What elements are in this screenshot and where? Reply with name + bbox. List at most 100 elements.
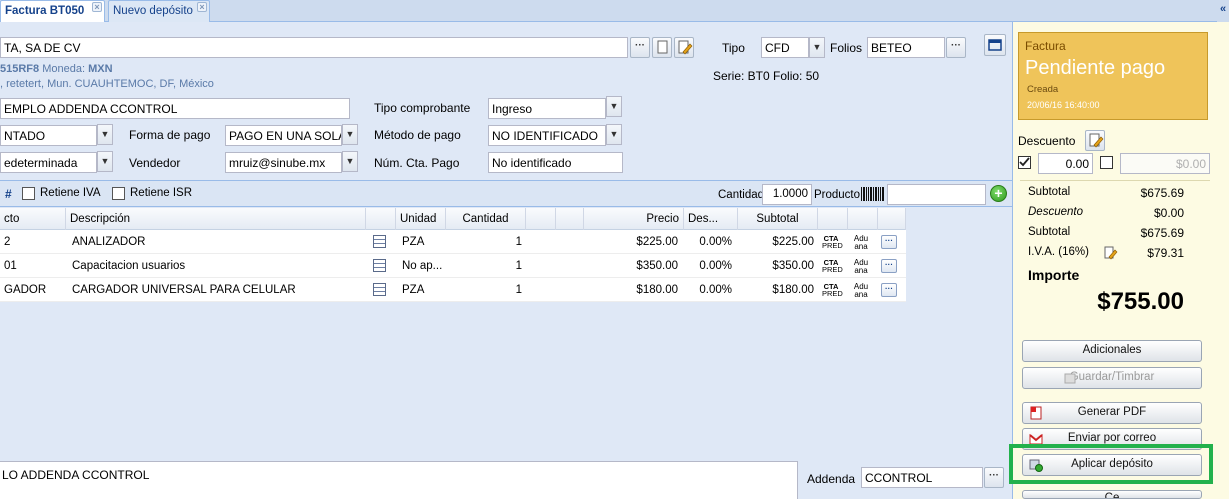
folios-search-button[interactable]: ··· bbox=[946, 37, 966, 58]
producto-field[interactable] bbox=[887, 184, 986, 205]
divider bbox=[1020, 180, 1210, 181]
col-code[interactable]: cto bbox=[0, 208, 66, 230]
tab-factura[interactable]: Factura BT050 × bbox=[0, 0, 105, 22]
discount-percent-checkbox[interactable] bbox=[1100, 156, 1113, 169]
status-card: Factura Pendiente pago Creada 20/06/16 1… bbox=[1018, 32, 1208, 120]
generar-pdf-button[interactable]: Generar PDF bbox=[1022, 402, 1202, 424]
chevron-down-icon[interactable]: ▼ bbox=[342, 151, 358, 172]
chevron-down-icon[interactable]: ▼ bbox=[97, 124, 113, 145]
detail-grid-icon[interactable] bbox=[373, 259, 386, 272]
adicionales-button[interactable]: Adicionales bbox=[1022, 340, 1202, 362]
add-product-icon[interactable]: + bbox=[990, 185, 1007, 202]
status-doc-type: Factura bbox=[1025, 39, 1066, 53]
descuento2-label: Descuento bbox=[1028, 206, 1083, 218]
cerrar-button[interactable]: Ce bbox=[1022, 490, 1202, 499]
vendedor-select[interactable]: mruiz@sinube.mx bbox=[225, 152, 342, 173]
row-desc: CARGADOR UNIVERSAL PARA CELULAR bbox=[72, 284, 296, 296]
discount-amount-field[interactable]: 0.00 bbox=[1038, 153, 1093, 174]
highlight-box bbox=[1009, 444, 1213, 484]
detail-grid-icon[interactable] bbox=[373, 235, 386, 248]
num-cta-field[interactable]: No identificado bbox=[488, 152, 623, 173]
client-search-button[interactable]: ··· bbox=[630, 37, 650, 58]
addenda-text-area[interactable]: LO ADDENDA CCONTROL bbox=[0, 461, 798, 499]
tipo-label: Tipo bbox=[722, 41, 745, 55]
chevron-down-icon[interactable]: ▼ bbox=[342, 124, 358, 145]
forma-pago-select[interactable]: PAGO EN UNA SOLA bbox=[225, 125, 342, 146]
metodo-pago-select[interactable]: NO IDENTIFICADO bbox=[488, 125, 606, 146]
cta-pred-badge[interactable]: CTA PRED bbox=[818, 230, 844, 254]
descuento-label: Descuento bbox=[1018, 134, 1076, 148]
aduana-badge[interactable]: Adu ana bbox=[848, 254, 874, 278]
maximize-icon bbox=[988, 39, 1002, 51]
table-row[interactable]: 2 ANALIZADOR PZA 1 $225.00 0.00% $225.00… bbox=[0, 230, 906, 254]
tipo-select[interactable]: CFD bbox=[761, 37, 809, 58]
col-cantidad[interactable]: Cantidad bbox=[446, 208, 526, 230]
client-field[interactable]: TA, SA DE CV bbox=[0, 37, 628, 58]
new-client-button[interactable] bbox=[652, 37, 672, 58]
row-disc: 0.00% bbox=[699, 260, 732, 272]
status-date: 20/06/16 16:40:00 bbox=[1027, 100, 1100, 110]
addenda-field[interactable]: CCONTROL bbox=[861, 467, 983, 488]
tab-label: Factura BT050 bbox=[5, 5, 85, 17]
row-options-button[interactable]: ··· bbox=[881, 259, 897, 273]
cantidad-field[interactable]: 1.0000 bbox=[762, 184, 812, 205]
status-state: Pendiente pago bbox=[1025, 57, 1166, 79]
col-subtotal[interactable]: Subtotal bbox=[738, 208, 818, 230]
col-unidad[interactable]: Unidad bbox=[396, 208, 446, 230]
aduana-badge[interactable]: Adu ana bbox=[848, 278, 874, 302]
table-row[interactable]: GADOR CARGADOR UNIVERSAL PARA CELULAR PZ… bbox=[0, 278, 906, 302]
close-icon[interactable]: × bbox=[197, 2, 207, 12]
table-row[interactable]: 01 Capacitacion usuarios No ap... 1 $350… bbox=[0, 254, 906, 278]
subtotal-value: $675.69 bbox=[1140, 186, 1184, 200]
chevron-down-icon[interactable]: ▼ bbox=[809, 37, 825, 58]
pred-text: PRED bbox=[822, 289, 843, 298]
edit-icon bbox=[678, 40, 693, 55]
cta-pred-badge[interactable]: CTA PRED bbox=[818, 254, 844, 278]
discount-amount-checkbox[interactable] bbox=[1018, 156, 1031, 169]
edit-client-button[interactable] bbox=[674, 37, 694, 58]
guardar-timbrar-button[interactable]: Guardar/Timbrar bbox=[1022, 367, 1202, 389]
retiene-isr-checkbox[interactable] bbox=[112, 187, 125, 200]
row-subtotal: $350.00 bbox=[772, 260, 814, 272]
collapse-panel-icon[interactable]: « bbox=[1217, 0, 1229, 22]
col-precio[interactable]: Precio bbox=[584, 208, 684, 230]
retiene-isr-label: Retiene ISR bbox=[130, 187, 193, 199]
row-qty: 1 bbox=[515, 260, 522, 272]
chevron-down-icon[interactable]: ▼ bbox=[606, 96, 622, 117]
edit-iva-icon[interactable] bbox=[1103, 245, 1119, 261]
almacen-select[interactable]: edeterminada bbox=[0, 152, 97, 173]
barcode-icon[interactable] bbox=[860, 185, 886, 203]
document-icon bbox=[657, 40, 668, 54]
condiciones-select[interactable]: NTADO bbox=[0, 125, 97, 146]
chevron-down-icon[interactable]: ▼ bbox=[97, 151, 113, 172]
cta-pred-badge[interactable]: CTA PRED bbox=[818, 278, 844, 302]
row-code: 01 bbox=[4, 260, 17, 272]
addenda-text: LO ADDENDA CCONTROL bbox=[2, 468, 150, 482]
row-options-button[interactable]: ··· bbox=[881, 283, 897, 297]
aduana-badge[interactable]: Adu ana bbox=[848, 230, 874, 254]
close-icon[interactable]: × bbox=[92, 2, 102, 12]
col-descuento[interactable]: Des... bbox=[684, 208, 738, 230]
discount-percent-field[interactable]: $0.00 bbox=[1120, 153, 1210, 174]
moneda-label: Moneda: bbox=[42, 63, 86, 75]
chevron-down-icon[interactable]: ▼ bbox=[606, 124, 622, 145]
producto-label: Producto bbox=[814, 189, 861, 201]
addenda-name-field[interactable]: EMPLO ADDENDA CCONTROL bbox=[0, 98, 350, 119]
col-icon bbox=[366, 208, 396, 230]
row-qty: 1 bbox=[515, 284, 522, 296]
detail-grid-icon[interactable] bbox=[373, 283, 386, 296]
row-options-button[interactable]: ··· bbox=[881, 235, 897, 249]
tipo-comprobante-select[interactable]: Ingreso bbox=[488, 98, 606, 119]
rfc-value: 515RF8 bbox=[0, 63, 40, 75]
edit-discount-button[interactable] bbox=[1085, 130, 1105, 151]
pdf-icon bbox=[1030, 406, 1042, 420]
row-unit: No ap... bbox=[402, 260, 443, 272]
folios-field[interactable]: BETEO bbox=[867, 37, 945, 58]
ana-text: ana bbox=[854, 242, 868, 251]
status-sub: Creada bbox=[1027, 84, 1059, 95]
tab-nuevo-deposito[interactable]: Nuevo depósito × bbox=[108, 0, 210, 22]
addenda-search-button[interactable]: ··· bbox=[984, 467, 1004, 488]
retiene-iva-checkbox[interactable] bbox=[22, 187, 35, 200]
maximize-button[interactable] bbox=[984, 34, 1006, 56]
col-descripcion[interactable]: Descripción bbox=[66, 208, 366, 230]
